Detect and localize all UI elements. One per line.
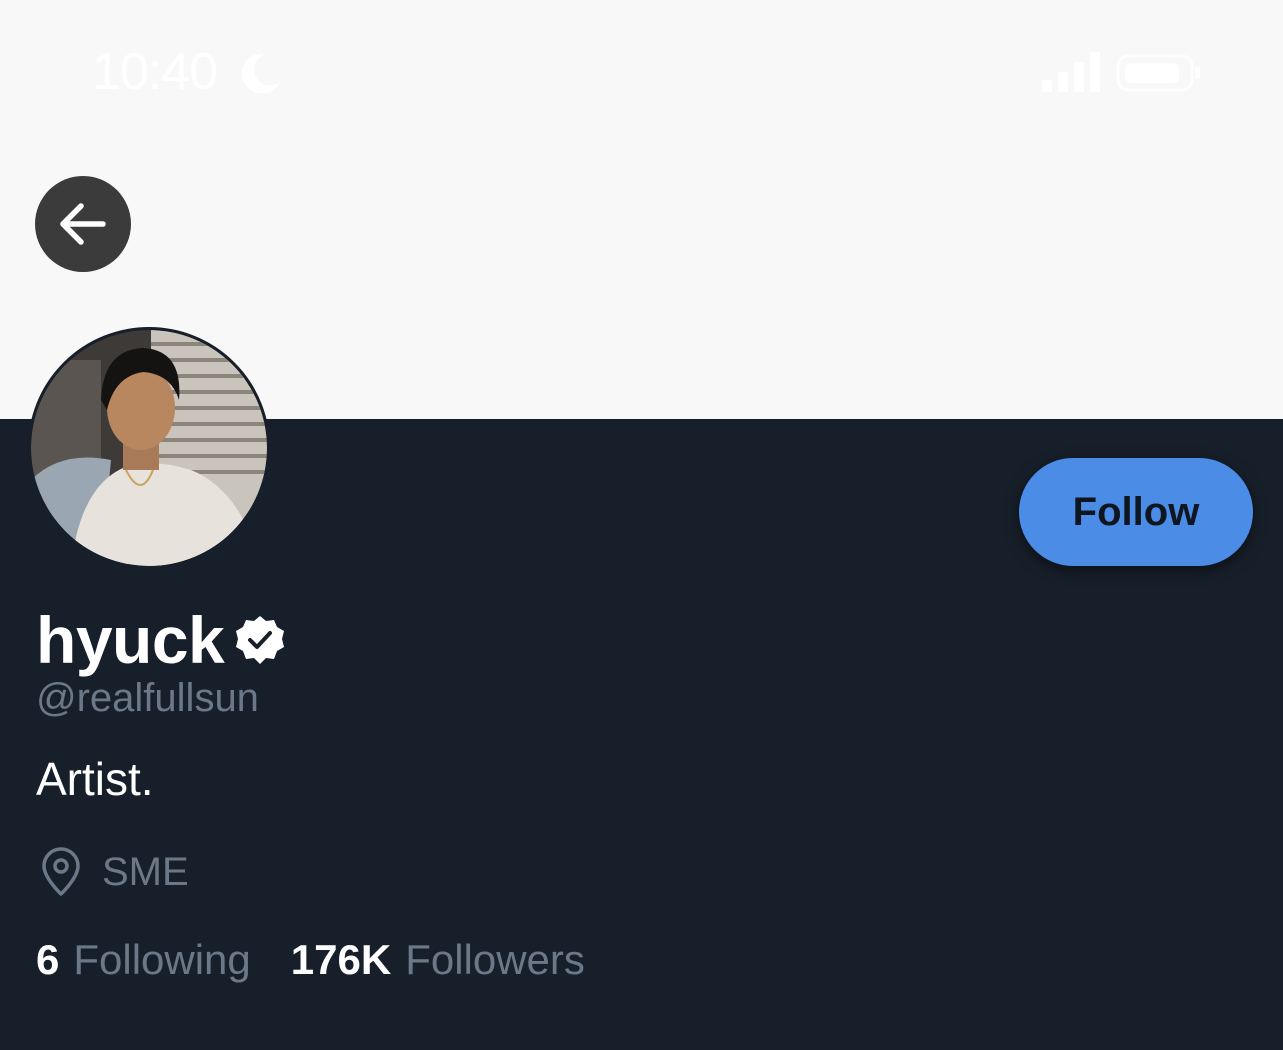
location-row: SME <box>38 846 189 898</box>
followers-stat[interactable]: 176K Followers <box>291 936 585 984</box>
location-pin-icon <box>42 847 80 896</box>
following-count: 6 <box>36 936 60 983</box>
following-label: Following <box>73 936 251 983</box>
battery-icon <box>1116 54 1200 92</box>
avatar[interactable] <box>28 327 270 569</box>
avatar-photo <box>31 330 267 566</box>
arrow-left-icon <box>60 203 106 245</box>
status-time: 10:40 <box>92 43 218 101</box>
handle: @realfullsun <box>36 676 259 720</box>
followers-label: Followers <box>405 936 585 983</box>
verified-badge-icon <box>236 616 285 664</box>
status-bar: 10:40 <box>0 0 1283 140</box>
following-stat[interactable]: 6 Following <box>36 936 251 984</box>
back-button[interactable] <box>35 176 131 272</box>
moon-icon <box>241 53 280 94</box>
signal-icon <box>1042 52 1100 92</box>
followers-count: 176K <box>290 936 392 983</box>
display-name: hyuck <box>36 603 225 677</box>
location-text: SME <box>102 849 189 894</box>
bio: Artist. <box>36 753 154 805</box>
profile-screen: 10:40 Follow hyuck @realfullsun Artist. … <box>0 0 1283 1050</box>
name-row: hyuck <box>36 600 286 680</box>
follow-button[interactable]: Follow <box>1019 458 1253 566</box>
stats-row: 6 Following 176K Followers <box>36 932 585 988</box>
